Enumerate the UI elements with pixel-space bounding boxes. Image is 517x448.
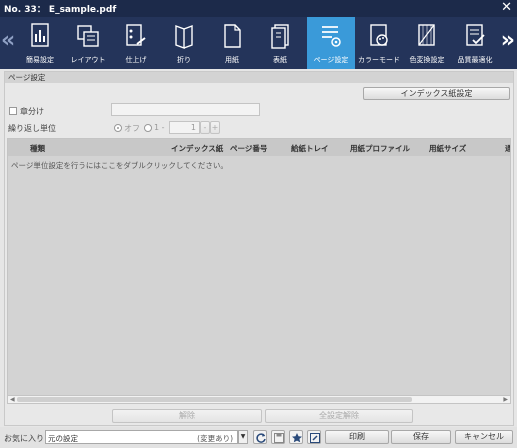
column-header-paper-tray: 給紙トレイ	[291, 144, 329, 153]
horizontal-scrollbar[interactable]: ◀ ▶	[7, 395, 511, 404]
tab-label: 簡易設定	[26, 56, 54, 64]
increment-button[interactable]: +	[210, 121, 220, 134]
tab-label: 用紙	[225, 56, 239, 64]
repeat-unit-label: 繰り返し単位	[8, 124, 56, 133]
chapter-checkbox[interactable]	[9, 107, 17, 115]
quality-optimization-icon	[466, 24, 485, 46]
bottom-bar: お気に入り 元の設定 (変更あり) ▼ 印刷 保存 キャンセル	[0, 427, 517, 448]
color-mode-icon	[370, 24, 388, 46]
layout-icon	[77, 25, 99, 47]
repeat-off-label: オフ	[124, 124, 140, 133]
fold-icon	[175, 24, 193, 50]
repeat-1-radio[interactable]	[144, 124, 152, 132]
tab-label: 表紙	[273, 56, 287, 64]
table-hint: ページ単位設定を行うにはここをダブルクリックしてください。	[11, 161, 228, 170]
scroll-left-arrow-icon[interactable]: ◀	[10, 396, 15, 403]
tab-label: ページ設定	[313, 56, 349, 64]
page-settings-table[interactable]: 種類 インデックス紙 ページ番号 給紙トレイ 用紙プロファイル 用紙サイズ 通 …	[7, 138, 511, 400]
tab-basic-settings[interactable]: 簡易設定	[16, 17, 64, 69]
save-button[interactable]: 保存	[391, 430, 451, 444]
favorites-select[interactable]: 元の設定 (変更あり)	[45, 430, 238, 444]
tab-layout[interactable]: レイアウト	[64, 17, 112, 69]
chevron-down-icon[interactable]: ▼	[238, 430, 248, 444]
tab-label: 仕上げ	[125, 56, 147, 64]
column-header-index-paper: インデックス紙	[171, 144, 224, 153]
scrollbar-thumb[interactable]	[17, 397, 412, 402]
edit-favorite-button[interactable]	[307, 430, 321, 444]
repeat-off-radio[interactable]	[114, 124, 122, 132]
index-paper-settings-button[interactable]: インデックス紙設定	[363, 87, 510, 100]
clear-all-button[interactable]: 全設定解除	[265, 409, 413, 423]
tab-paper[interactable]: 用紙	[208, 17, 256, 69]
chapter-field[interactable]	[111, 103, 260, 116]
column-header-type: 種類	[30, 144, 45, 153]
column-header-paper-size: 用紙サイズ	[429, 144, 467, 153]
tab-fold[interactable]: 折り	[160, 17, 208, 69]
edit-icon	[310, 433, 320, 443]
tab-label: レイアウト	[70, 56, 106, 64]
column-header-page-number: ページ番号	[230, 144, 268, 153]
repeat-1-label: 1 -	[154, 123, 165, 132]
tab-cover[interactable]: 表紙	[256, 17, 304, 69]
scroll-right-arrow-icon[interactable]: ▶	[503, 396, 508, 403]
tab-color-conversion[interactable]: 色変換設定	[403, 17, 451, 69]
settings-toolbar: « 簡易設定 レイアウト 仕上げ 折り 用紙 表紙 ページ設定 カラーモード 色…	[0, 17, 517, 69]
scroll-left-icon[interactable]: «	[1, 27, 15, 55]
print-button[interactable]: 印刷	[325, 430, 389, 444]
section-title: ページ設定	[5, 72, 513, 83]
cancel-button[interactable]: キャンセル	[455, 430, 513, 444]
tab-label: 品質最適化	[457, 56, 493, 64]
color-conversion-icon	[418, 24, 435, 46]
repeat-value: 1	[190, 123, 196, 132]
title-bar: No. 33： E_sample.pdf ✕	[0, 0, 517, 17]
column-header-truncated: 通	[505, 143, 510, 154]
favorites-label: お気に入り	[4, 434, 44, 443]
tab-page-settings[interactable]: ページ設定	[307, 17, 355, 69]
table-header: 種類 インデックス紙 ページ番号 給紙トレイ 用紙プロファイル 用紙サイズ 通	[8, 139, 510, 156]
tab-label: カラーモード	[358, 56, 400, 64]
column-header-paper-profile: 用紙プロファイル	[350, 144, 410, 153]
add-favorite-button[interactable]	[289, 430, 303, 444]
save-favorite-button[interactable]	[271, 430, 285, 444]
delete-button[interactable]: 解除	[112, 409, 262, 423]
cover-icon	[271, 24, 289, 49]
save-icon	[274, 433, 284, 443]
favorites-value: 元の設定	[48, 434, 78, 443]
tab-color-mode[interactable]: カラーモード	[355, 17, 403, 69]
page-settings-icon	[322, 26, 341, 47]
refresh-icon	[256, 433, 266, 443]
chapter-label: 章分け	[20, 107, 44, 116]
basic-settings-icon	[31, 23, 49, 47]
tab-finishing[interactable]: 仕上げ	[112, 17, 160, 69]
tab-label: 折り	[177, 56, 191, 64]
close-icon[interactable]: ✕	[501, 0, 512, 16]
star-icon	[292, 433, 302, 443]
decrement-button[interactable]: -	[200, 121, 210, 134]
finishing-icon	[126, 24, 146, 46]
tab-label: 色変換設定	[409, 56, 445, 64]
paper-icon	[224, 24, 241, 48]
page-settings-panel: ページ設定 インデックス紙設定 章分け 繰り返し単位 オフ 1 - 1 - + …	[4, 71, 514, 426]
tab-quality-optimization[interactable]: 品質最適化	[451, 17, 499, 69]
repeat-value-field[interactable]: 1	[169, 121, 200, 134]
reset-button[interactable]	[253, 430, 267, 444]
favorites-status: (変更あり)	[197, 434, 233, 443]
scroll-right-icon[interactable]: »	[501, 27, 515, 55]
window-title: No. 33： E_sample.pdf	[4, 5, 117, 15]
